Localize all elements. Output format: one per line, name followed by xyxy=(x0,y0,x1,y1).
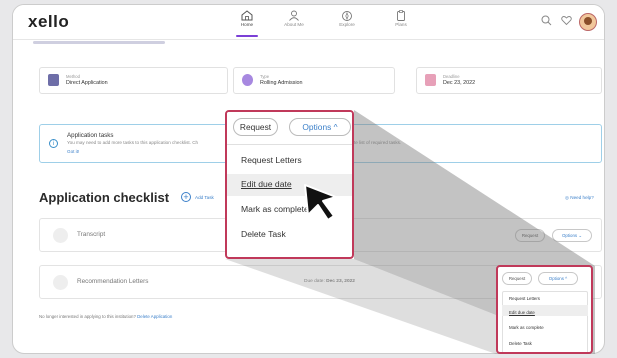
small-request-button[interactable]: Request xyxy=(502,272,532,285)
badge-icon xyxy=(242,74,253,86)
chevron-down-icon: ⌄ xyxy=(578,233,583,238)
small-chevron-up-icon: ^ xyxy=(565,276,568,281)
method-card: Method Direct Application xyxy=(39,67,228,94)
task-name: Transcript xyxy=(77,231,106,238)
type-key: Type xyxy=(260,74,270,79)
nav-plans-label: Plans xyxy=(395,22,407,27)
type-card: Type Rolling Admission xyxy=(233,67,395,94)
got-it-link[interactable]: Got it! xyxy=(67,149,79,154)
home-icon xyxy=(241,10,253,21)
top-nav-bar: xello Home About Me Explore Plans xyxy=(13,5,604,40)
add-task-plus-icon[interactable]: + xyxy=(181,192,191,202)
calendar-icon xyxy=(425,74,436,86)
zoom-options-label: Options xyxy=(302,122,332,132)
small-menu-item-mark-as-complete[interactable]: Mark as complete xyxy=(509,325,544,330)
clipboard-icon xyxy=(397,10,405,21)
xello-logo[interactable]: xello xyxy=(28,12,69,32)
delete-application-prompt: No longer interested in applying to this… xyxy=(39,314,172,319)
due-date-value: Dec 23, 2022 xyxy=(326,279,355,284)
info-icon: i xyxy=(49,139,58,148)
small-menu-item-request-letters[interactable]: Request Letters xyxy=(509,296,540,301)
nav-about-me-label: About Me xyxy=(284,22,304,27)
person-icon xyxy=(289,10,299,21)
banner-description: You may need to add more tasks to this a… xyxy=(67,140,198,145)
heart-icon[interactable] xyxy=(561,15,572,26)
need-help-label: Need help? xyxy=(570,195,594,200)
nav-home[interactable]: Home xyxy=(227,10,267,37)
options-dropdown-actual: Request Options ^ Request Letters Edit d… xyxy=(496,265,593,354)
deadline-value: Dec 23, 2022 xyxy=(443,80,476,86)
method-key: Method xyxy=(66,74,80,79)
checklist-title: Application checklist xyxy=(39,190,170,205)
request-button[interactable]: Request xyxy=(515,229,545,242)
compass-icon xyxy=(342,11,352,21)
need-help-link[interactable]: ◎ Need help? xyxy=(565,195,594,201)
nav-explore-label: Explore xyxy=(339,22,355,27)
prompt-text: No longer interested in applying to this… xyxy=(39,314,136,319)
small-options-button[interactable]: Options ^ xyxy=(538,272,578,285)
transcript-icon xyxy=(53,228,68,243)
nav-active-indicator xyxy=(236,35,258,37)
due-date-label: Due date: xyxy=(304,279,325,284)
options-button[interactable]: Options ⌄ xyxy=(552,229,592,242)
zoom-menu-item-delete-task[interactable]: Delete Task xyxy=(241,229,286,239)
small-menu-item-edit-due-date[interactable]: Edit due date xyxy=(509,310,535,315)
zoom-options-button[interactable]: Options ^ xyxy=(289,118,351,136)
options-label: Options xyxy=(561,233,578,238)
zoom-menu-item-request-letters[interactable]: Request Letters xyxy=(241,155,302,165)
mouse-cursor-icon xyxy=(304,184,337,221)
method-value: Direct Application xyxy=(66,80,108,86)
zoom-menu-item-mark-as-complete[interactable]: Mark as complete xyxy=(241,204,309,214)
zoom-menu-item-edit-due-date[interactable]: Edit due date xyxy=(241,179,292,189)
recommendation-letters-icon xyxy=(53,275,68,290)
search-icon[interactable] xyxy=(541,15,552,26)
nav-plans[interactable]: Plans xyxy=(381,10,421,27)
task-name: Recommendation Letters xyxy=(77,278,149,285)
user-avatar[interactable] xyxy=(579,13,597,31)
nav-home-label: Home xyxy=(240,22,254,27)
banner-title: Application tasks xyxy=(67,132,114,139)
type-value: Rolling Admission xyxy=(260,80,303,86)
due-date-text: Due date: Dec 23, 2022 xyxy=(304,279,355,284)
small-menu-item-delete-task[interactable]: Delete Task xyxy=(509,341,532,346)
banner-description-left: You may need to add more tasks to this a… xyxy=(67,140,199,145)
faded-header-remnant xyxy=(33,41,165,44)
add-task-link[interactable]: Add Task xyxy=(195,195,214,200)
nav-explore[interactable]: Explore xyxy=(327,10,367,27)
small-options-label: Options xyxy=(548,276,564,281)
deadline-key: Deadline xyxy=(443,74,460,79)
zoom-request-button[interactable]: Request xyxy=(233,118,278,136)
nav-about-me[interactable]: About Me xyxy=(274,10,314,27)
zoom-chevron-up-icon: ^ xyxy=(333,122,338,132)
deadline-card: Deadline Dec 23, 2022 xyxy=(416,67,602,94)
delete-application-link[interactable]: Delete Application xyxy=(137,314,172,319)
document-icon xyxy=(48,74,59,86)
